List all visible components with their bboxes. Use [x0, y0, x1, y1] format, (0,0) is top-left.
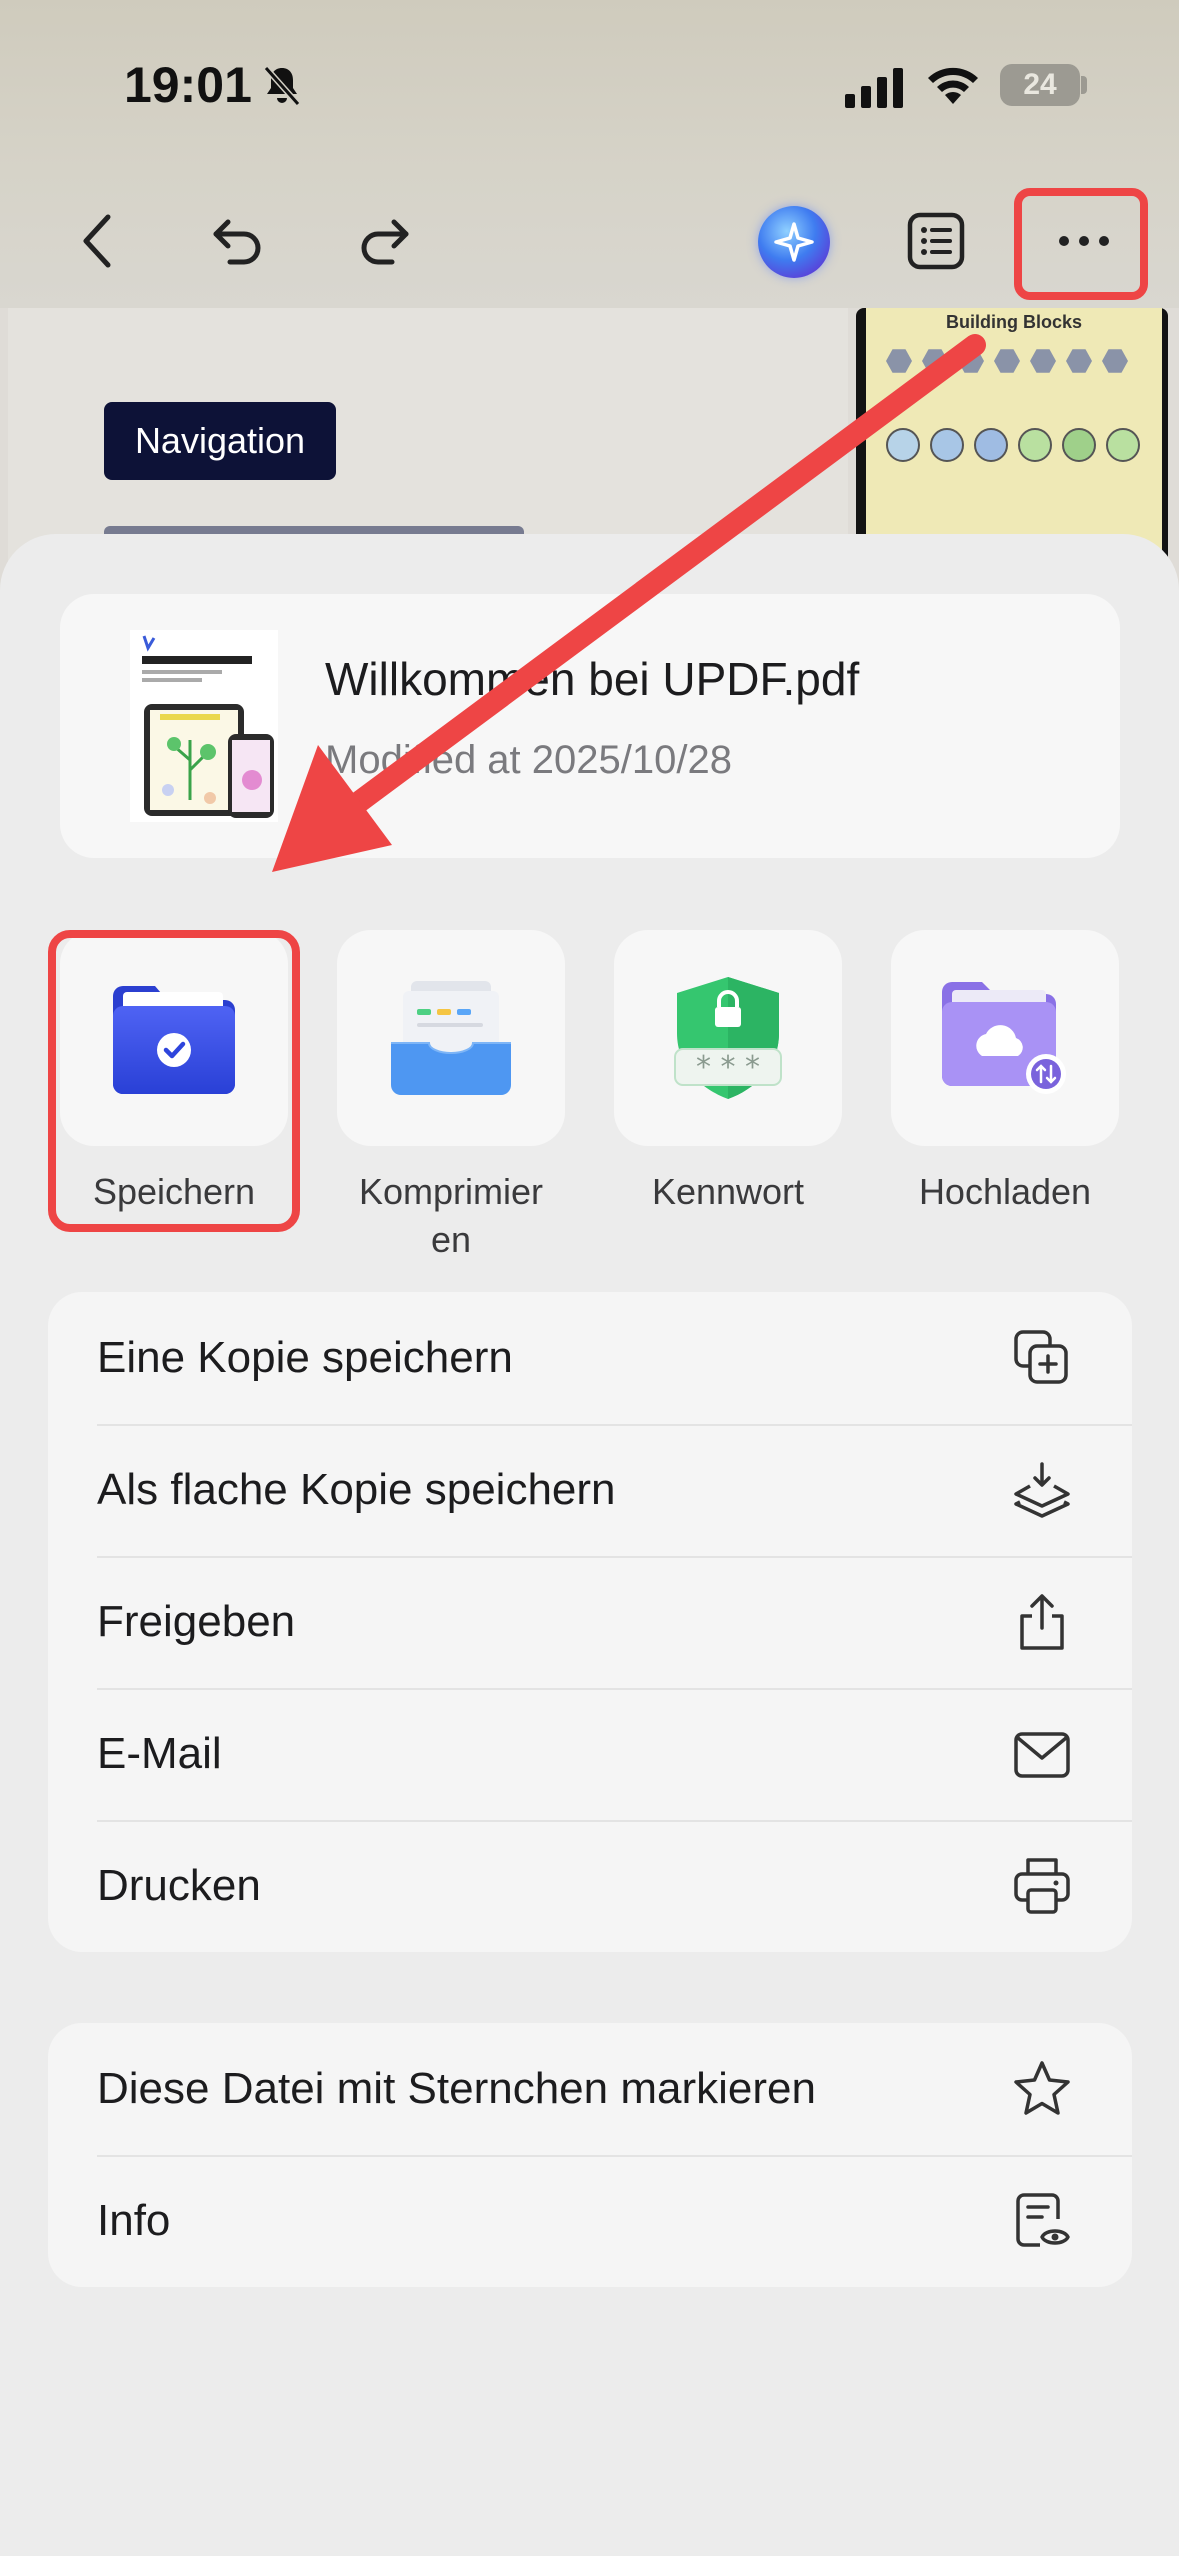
- wifi-icon: [928, 67, 978, 104]
- top-bar: [0, 0, 1179, 308]
- menu-item-label: Info: [97, 2196, 171, 2245]
- redo-icon: [361, 219, 409, 265]
- menu-item-info[interactable]: Info: [48, 2155, 1132, 2287]
- menu-item-label: E-Mail: [97, 1729, 222, 1778]
- archive-tray-icon: [391, 981, 511, 1095]
- mail-icon: [1014, 1732, 1070, 1778]
- layers-download-icon: [1014, 1462, 1070, 1518]
- back-button[interactable]: [62, 205, 134, 277]
- password-action-tile[interactable]: * * *: [614, 930, 842, 1146]
- upload-label: Hochladen: [918, 1171, 1092, 1212]
- svg-text:* * *: * * *: [696, 1050, 760, 1085]
- menu-item-save-copy[interactable]: Eine Kopie speichern: [48, 1292, 1132, 1424]
- list-icon: [907, 212, 965, 270]
- star-icon: [1014, 2061, 1070, 2115]
- figure-title: Building Blocks: [946, 312, 1083, 332]
- battery-tip: [1081, 76, 1087, 94]
- menu-item-label: Als flache Kopie speichern: [97, 1465, 616, 1514]
- compress-label: Komprimier en: [358, 1171, 544, 1260]
- cellular-signal-icon: [845, 68, 903, 108]
- undo-icon: [213, 219, 261, 265]
- file-actions-menu: Eine Kopie speichern Als flache Kopie sp…: [48, 1292, 1132, 1952]
- menu-item-print[interactable]: Drucken: [48, 1820, 1132, 1952]
- chevron-left-icon: [83, 214, 111, 268]
- menu-item-share[interactable]: Freigeben: [48, 1556, 1132, 1688]
- file-info-menu: Diese Datei mit Sternchen markieren Info: [48, 2023, 1132, 2287]
- menu-item-label: Freigeben: [97, 1597, 296, 1646]
- menu-item-email[interactable]: E-Mail: [48, 1688, 1132, 1820]
- password-label: Kennwort: [651, 1171, 805, 1212]
- menu-item-star[interactable]: Diese Datei mit Sternchen markieren: [48, 2023, 1132, 2155]
- outline-button[interactable]: [900, 205, 972, 277]
- upload-action-tile[interactable]: [891, 930, 1119, 1146]
- menu-item-label: Diese Datei mit Sternchen markieren: [97, 2064, 816, 2113]
- bell-off-icon: [263, 66, 301, 106]
- redo-button[interactable]: [348, 205, 420, 277]
- menu-item-label: Eine Kopie speichern: [97, 1333, 513, 1382]
- document-tag: Navigation: [104, 402, 336, 480]
- file-name: Willkommen bei UPDF.pdf: [325, 653, 860, 705]
- menu-item-save-flat-copy[interactable]: Als flache Kopie speichern: [48, 1424, 1132, 1556]
- share-icon: [1020, 1594, 1064, 1650]
- file-thumbnail: [130, 630, 278, 822]
- ai-assistant-icon[interactable]: [758, 206, 830, 278]
- undo-button[interactable]: [202, 205, 274, 277]
- compress-action-tile[interactable]: [337, 930, 565, 1146]
- file-modified-date: Modified at 2025/10/28: [325, 738, 732, 782]
- more-button-highlight: [1014, 188, 1148, 300]
- battery-indicator: 24: [1000, 64, 1080, 106]
- copy-plus-icon: [1014, 1330, 1068, 1384]
- status-time: 19:01: [124, 57, 252, 113]
- shield-password-icon: * * *: [674, 977, 782, 1099]
- cloud-folder-icon: [942, 982, 1066, 1094]
- menu-item-label: Drucken: [97, 1861, 261, 1910]
- save-highlight: [48, 930, 300, 1232]
- file-info-icon: [1016, 2193, 1070, 2247]
- printer-icon: [1014, 1858, 1070, 1914]
